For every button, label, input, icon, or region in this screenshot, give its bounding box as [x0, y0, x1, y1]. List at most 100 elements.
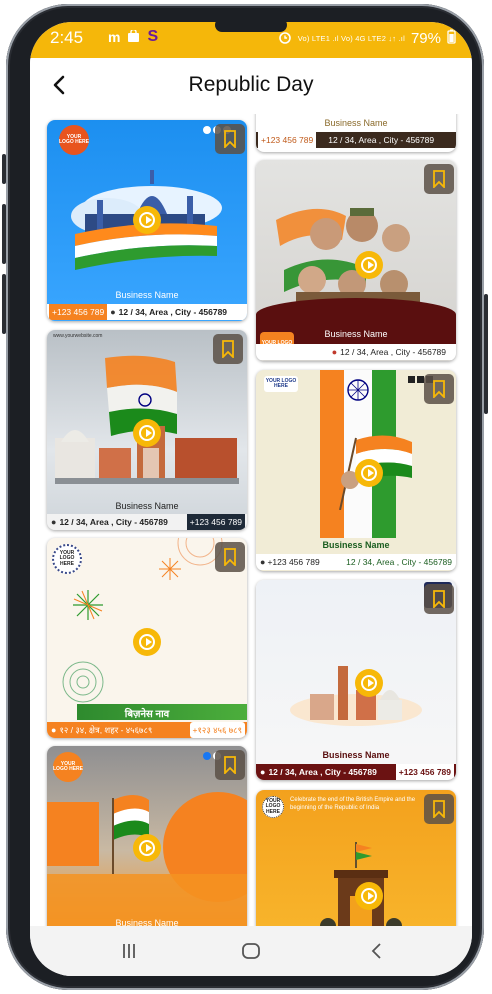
card-footer: ● 12 / 34, Area , City - 456789 +123 456…	[256, 764, 456, 780]
status-time: 2:45	[50, 28, 84, 47]
location-icon: ●	[51, 517, 57, 527]
template-card[interactable]: YOUR LOGO HERE Business Name +123 456 78…	[47, 120, 247, 321]
monuments-illustration	[290, 666, 422, 726]
firework-decoration	[73, 590, 103, 620]
network-indicator: Vo) LTE1 .ıl Vo) 4G LTE2 ↓↑ .ıl	[297, 34, 405, 43]
mandala-decoration	[62, 661, 104, 703]
bookmark-icon	[224, 130, 236, 148]
battery-icon	[447, 29, 456, 48]
bookmark-button[interactable]	[213, 334, 243, 364]
ashoka-chakra-icon	[347, 379, 369, 401]
template-card[interactable]: YOUR LOGO HERE Business Name	[47, 746, 247, 926]
template-card[interactable]: YOUR LOGO HERE Business Name ● +123 456 …	[256, 370, 456, 571]
power-button	[484, 294, 488, 414]
app-s-icon: S	[147, 28, 159, 45]
bookmark-button[interactable]	[424, 374, 454, 404]
template-card[interactable]: YOUR LOGO HERE Business Name ● 12 / 34, …	[256, 160, 456, 361]
card-footer: ● १२ / ३४, क्षेत्र, शहर - ४५६७८९ +१२३ ४५…	[47, 722, 247, 738]
card-footer: +123 456 789 12 / 34, Area , City - 4567…	[256, 132, 456, 148]
recents-button[interactable]	[116, 938, 142, 964]
address-text: 12 / 34, Area , City - 456789	[340, 347, 446, 357]
bookmark-button[interactable]	[424, 794, 454, 824]
volume-up-button	[2, 204, 6, 264]
business-name: Business Name	[115, 290, 179, 300]
template-card[interactable]: YOUR LOGO HERE Celebrate the end of the …	[256, 790, 456, 926]
phone-text: +123 456 789	[258, 132, 317, 148]
status-app-icons: m S	[108, 28, 158, 46]
system-nav-bar	[30, 926, 472, 976]
logo-placeholder: YOUR LOGO HERE	[264, 376, 298, 392]
page-title: Republic Day	[188, 73, 314, 96]
status-bar: 2:45 m S Vo) LTE1 .ıl Vo) 4G LTE2 ↓↑ .ıl…	[30, 22, 472, 58]
phone-frame: 2:45 m S Vo) LTE1 .ıl Vo) 4G LTE2 ↓↑ .ıl…	[2, 4, 488, 990]
bookmark-icon	[224, 756, 236, 774]
nav-back-button[interactable]	[364, 938, 390, 964]
business-name: Business Name	[115, 501, 179, 511]
location-icon: ●	[331, 347, 338, 357]
location-icon: ●	[110, 307, 116, 317]
card-footer: ● 12 / 34, Area , City - 456789 +123 456…	[47, 514, 247, 530]
phone-text: +123 456 789	[186, 514, 245, 530]
phone-text: +123 456 789	[395, 764, 454, 780]
template-card[interactable]: YOUR LOGO HERE बिज़नेस नाव ● १२ / ३४, क्…	[47, 538, 247, 738]
business-name: बिज़नेस नाव	[124, 709, 170, 720]
card-footer: ● 12 / 34, Area , City - 456789	[256, 344, 456, 360]
website-text: www.yourwebsite.com	[53, 333, 103, 339]
home-button[interactable]	[238, 938, 264, 964]
top-app-bar: Republic Day	[30, 58, 472, 114]
location-icon: ●	[260, 767, 266, 777]
address-text: 12 / 34, Area , City - 456789	[328, 135, 435, 145]
caption-text: Celebrate the end of the British Empire …	[290, 797, 416, 811]
bookmark-icon	[433, 590, 445, 608]
orange-block	[47, 802, 99, 866]
template-card[interactable]: Business Name ● 12 / 34, Area , City - 4…	[256, 580, 456, 780]
card-footer: ● +123 456 789 12 / 34, Area , City - 45…	[256, 554, 456, 570]
bookmark-icon	[224, 548, 236, 566]
recents-icon	[123, 944, 135, 958]
home-icon	[242, 943, 260, 959]
bookmark-button[interactable]	[424, 164, 454, 194]
business-name: Business Name	[322, 750, 390, 760]
address-text: 12 / 34, Area , City - 456789	[268, 767, 377, 777]
phone-text: +123 456 789	[267, 557, 320, 567]
phone-text: +१२३ ४५६ ७८९	[189, 722, 245, 738]
status-right: Vo) LTE1 .ıl Vo) 4G LTE2 ↓↑ .ıl 79%	[278, 29, 456, 48]
camera-notch	[215, 22, 287, 32]
bookmark-button[interactable]	[424, 584, 454, 614]
gmail-icon: m	[108, 29, 121, 45]
business-name: Business Name	[115, 918, 179, 926]
logo-placeholder: YOUR LOGO HERE	[53, 752, 83, 782]
address-text: 12 / 34, Area , City - 456789	[59, 517, 168, 527]
contact-icon: ●	[260, 557, 266, 567]
flag-holder-illustration	[112, 795, 149, 874]
address-text: 12 / 34, Area , City - 456789	[118, 307, 228, 317]
nav-back-icon	[371, 943, 381, 959]
side-button	[2, 154, 6, 184]
address-text: १२ / ३४, क्षेत्र, शहर - ४५६७८९	[59, 724, 153, 735]
template-card[interactable]: Business Name +123 456 789 12 / 34, Area…	[256, 114, 456, 152]
business-name: Business Name	[322, 540, 390, 550]
template-card[interactable]: www.yourwebsite.com Business Name ● 12 /…	[47, 330, 247, 530]
bookmark-button[interactable]	[215, 124, 245, 154]
template-grid: YOUR LOGO HERE Business Name +123 456 78…	[30, 114, 472, 926]
screen: 2:45 m S Vo) LTE1 .ıl Vo) 4G LTE2 ↓↑ .ıl…	[30, 22, 472, 976]
volume-down-button	[2, 274, 6, 334]
bookmark-icon	[433, 800, 445, 818]
bookmark-button[interactable]	[215, 542, 245, 572]
bookmark-icon	[222, 340, 234, 358]
logo-placeholder: YOUR LOGO HERE	[59, 125, 89, 155]
bookmark-button[interactable]	[215, 750, 245, 780]
business-name: Business Name	[324, 118, 388, 128]
address-text: 12 / 34, Area , City - 456789	[346, 557, 452, 567]
card-footer: +123 456 789 ● 12 / 34, Area , City - 45…	[47, 304, 247, 320]
alarm-icon	[278, 30, 292, 48]
bookmark-icon	[433, 380, 445, 398]
logo-placeholder: YOUR LOGO HERE	[262, 796, 284, 818]
location-icon: ●	[51, 725, 57, 735]
battery-percent: 79%	[410, 30, 441, 47]
shopping-icon	[128, 28, 140, 45]
business-name: Business Name	[324, 329, 388, 339]
logo-placeholder: YOUR LOGO HERE	[52, 544, 82, 574]
phone-text: +123 456 789	[49, 304, 108, 320]
bookmark-icon	[433, 170, 445, 188]
